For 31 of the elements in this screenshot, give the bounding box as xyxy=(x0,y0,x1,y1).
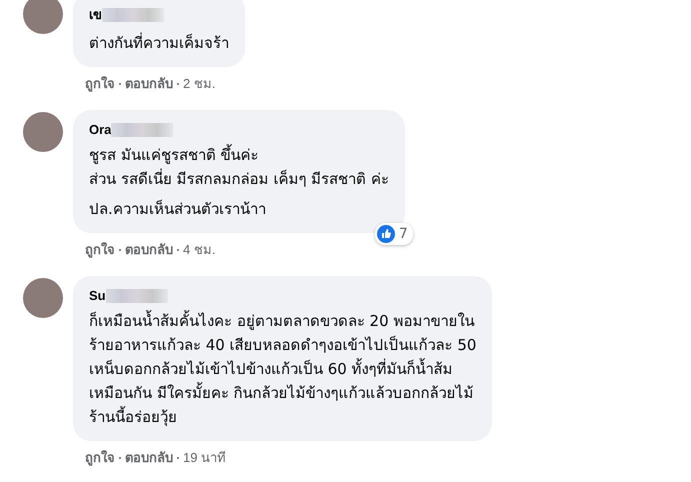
avatar[interactable] xyxy=(23,0,63,34)
comment-text: ก็เหมือนน้ำส้มคั้นไงคะ อยู่ตามตลาดขวดละ 20 พอมาขายใน ร้ายอาหารแก้วละ 40 เสียบหลอดดำๆงอเข้าไปเป็นแก้วละ 50 เหน็บดอกกล้วยไม้เข้าไปข้างแก้วเป็น 60 ทั้งๆที่มันก็น้ำส้ม เหมือนกัน มีใครมั้ยคะ กินกล้วยไม้ข้างๆแก้วแล้วบอกกล้วยไม้ ร้านนี้อร่อยวุ้ย xyxy=(89,309,476,428)
reaction-count: 7 xyxy=(398,226,408,242)
action-link[interactable]: ถูกใจ xyxy=(85,73,115,94)
redacted-block xyxy=(106,288,168,302)
separator-dot xyxy=(119,82,121,84)
action-link[interactable]: ตอบกลับ xyxy=(125,239,173,260)
separator-dot xyxy=(177,248,179,250)
action-link[interactable]: ถูกใจ xyxy=(85,239,115,260)
separator-dot xyxy=(119,248,121,250)
timestamp[interactable]: 2 ชม. xyxy=(183,73,216,94)
thumbs-up-icon xyxy=(376,225,395,243)
author-name[interactable]: Su xyxy=(89,288,106,303)
action-link[interactable]: ตอบกลับ xyxy=(125,73,173,94)
author-name[interactable]: Ora xyxy=(89,122,112,137)
reaction-badge[interactable]: 7 xyxy=(374,223,413,245)
separator-dot xyxy=(177,82,179,84)
action-link[interactable]: ถูกใจ xyxy=(85,447,115,468)
timestamp[interactable]: 4 ชม. xyxy=(183,239,216,260)
redacted-block xyxy=(111,122,174,136)
avatar[interactable] xyxy=(23,278,63,318)
comment-text: ชูรส มันแค่ชูรสชาติ ขึ้นค่ะ ส่วน รสดีเนี่ย มีรสกลมกล่อม เค็มๆ มีรสชาติ ค่ะ xyxy=(89,143,389,190)
redacted-block xyxy=(102,8,164,22)
timestamp[interactable]: 19 นาที xyxy=(183,447,226,468)
author-name[interactable]: เข xyxy=(89,4,102,25)
avatar[interactable] xyxy=(23,112,63,152)
comment-text: ต่างกันที่ความเค็มจร้า xyxy=(89,32,229,54)
separator-dot xyxy=(177,456,179,458)
separator-dot xyxy=(119,456,121,458)
comment-text: ปล.ความเห็นส่วนตัวเราน้าา xyxy=(89,198,267,220)
action-link[interactable]: ตอบกลับ xyxy=(125,447,173,468)
